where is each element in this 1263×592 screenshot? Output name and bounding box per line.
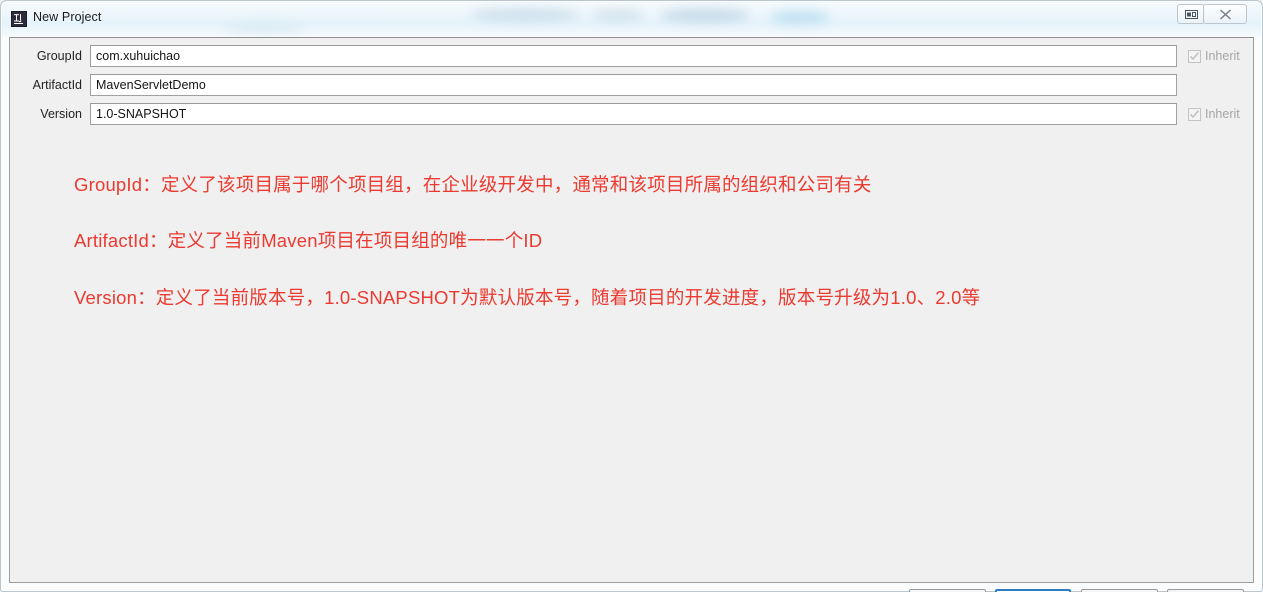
groupid-input[interactable] [90, 45, 1177, 67]
annotation-note-version: Version：定义了当前版本号，1.0-SNAPSHOT为默认版本号，随着项目… [74, 287, 981, 308]
groupid-inherit-checkbox[interactable]: Inherit [1188, 45, 1240, 67]
version-inherit-checkbox[interactable]: Inherit [1188, 103, 1240, 125]
form-row-groupid: GroupId Inherit [10, 45, 1253, 67]
annotation-note-groupid: GroupId：定义了该项目属于哪个项目组，在企业级开发中，通常和该项目所属的组… [74, 174, 872, 195]
form-row-artifactid: ArtifactId [10, 74, 1253, 96]
groupid-label: GroupId [36, 49, 82, 63]
artifactid-label: ArtifactId [32, 78, 82, 92]
version-label: Version [40, 107, 82, 121]
checkbox-checked-icon [1188, 49, 1201, 63]
groupid-inherit-label: Inherit [1205, 49, 1240, 63]
new-project-dialog-window: New Project GroupId com.xuhuichao Inheri… [0, 0, 1263, 592]
window-title: New Project [33, 10, 102, 24]
intellij-idea-icon [11, 11, 27, 27]
title-bar: New Project [0, 0, 1263, 37]
form-row-version: Version Inherit [10, 103, 1253, 125]
close-window-button[interactable] [1203, 4, 1247, 24]
annotation-note-artifactid: ArtifactId：定义了当前Maven项目在项目组的唯一一个ID [74, 230, 543, 251]
version-input[interactable] [90, 103, 1177, 125]
checkbox-checked-icon [1188, 107, 1201, 121]
restore-window-button[interactable] [1177, 4, 1205, 24]
dialog-content-panel: GroupId Inherit ArtifactId Vers [9, 37, 1254, 592]
version-inherit-label: Inherit [1205, 107, 1240, 121]
artifactid-input[interactable] [90, 74, 1177, 96]
